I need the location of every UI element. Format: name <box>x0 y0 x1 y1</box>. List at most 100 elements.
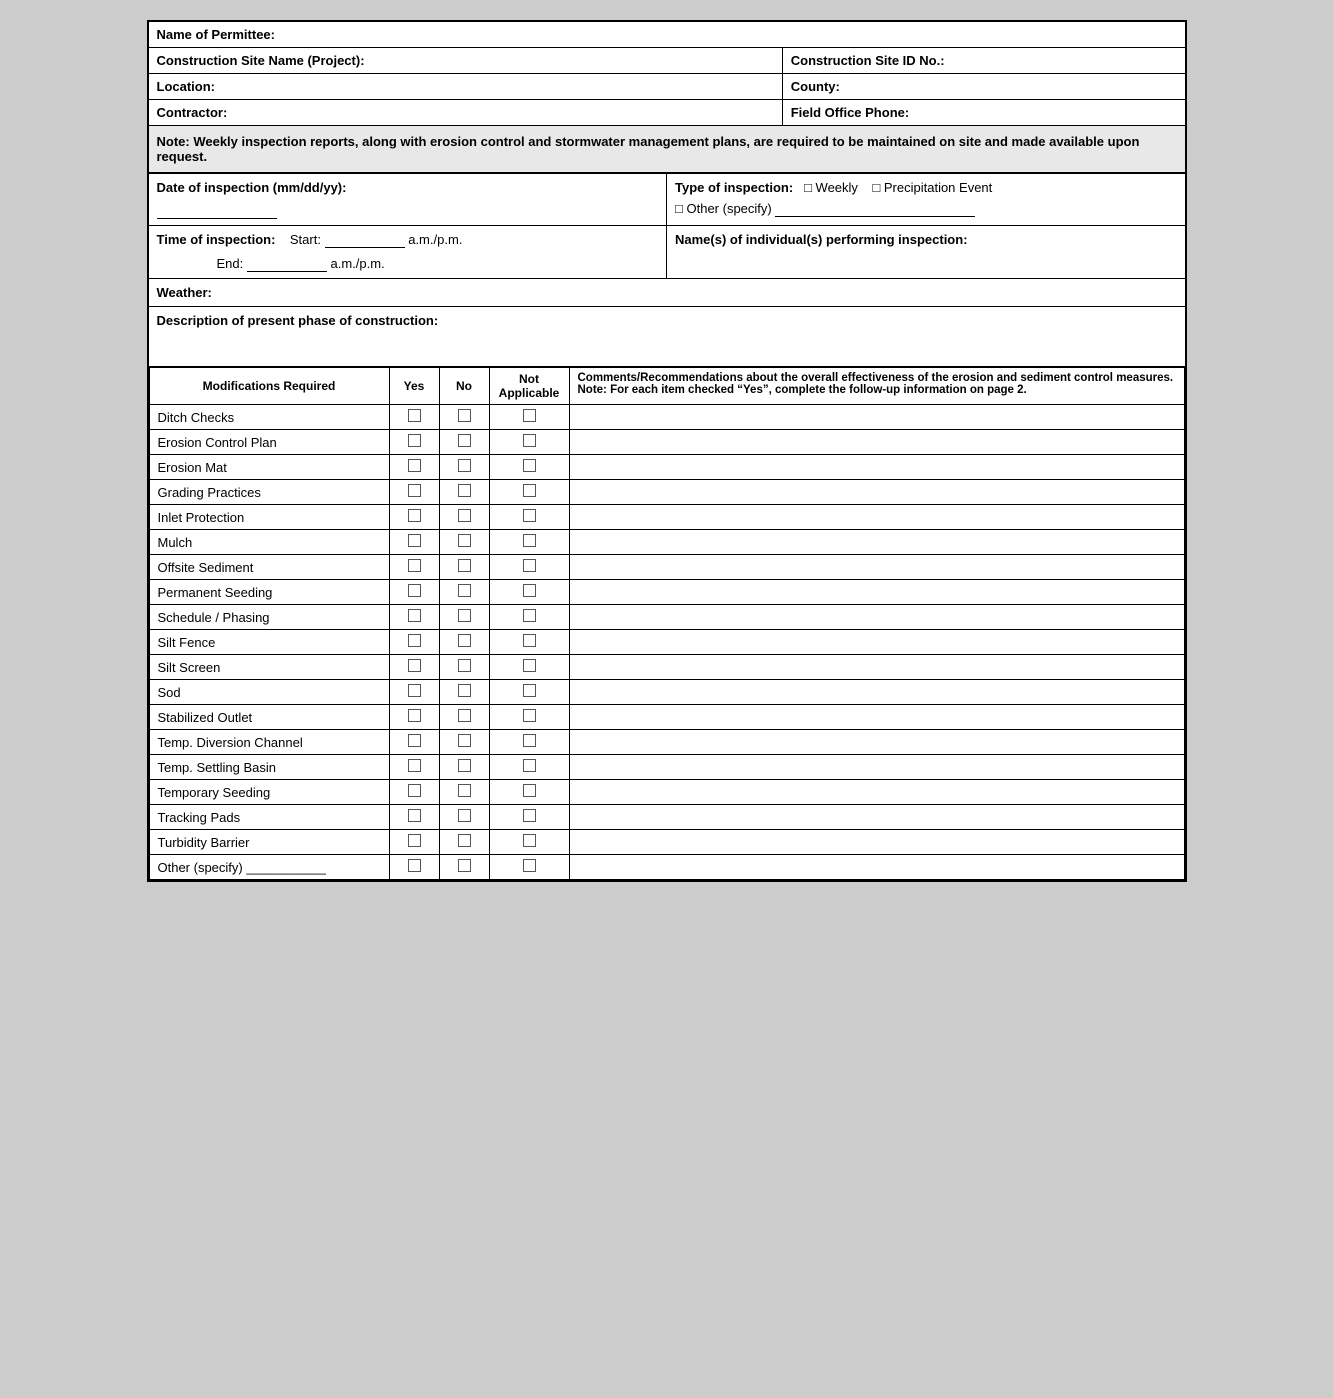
na-checkbox[interactable] <box>489 430 569 455</box>
checklist-item-name: Temp. Diversion Channel <box>149 730 389 755</box>
checklist-row: Tracking Pads <box>149 805 1184 830</box>
col-no: No <box>439 368 489 405</box>
site-id-label: Construction Site ID No.: <box>791 53 945 68</box>
weekly-checkbox[interactable]: □ <box>804 180 812 195</box>
end-label: End: <box>217 256 244 271</box>
no-checkbox[interactable] <box>439 755 489 780</box>
yes-checkbox[interactable] <box>389 730 439 755</box>
no-checkbox[interactable] <box>439 480 489 505</box>
yes-checkbox[interactable] <box>389 555 439 580</box>
yes-checkbox[interactable] <box>389 505 439 530</box>
no-checkbox[interactable] <box>439 730 489 755</box>
checklist-item-name: Schedule / Phasing <box>149 605 389 630</box>
na-checkbox[interactable] <box>489 655 569 680</box>
comments-cell <box>569 505 1184 530</box>
yes-checkbox[interactable] <box>389 805 439 830</box>
na-checkbox[interactable] <box>489 730 569 755</box>
na-checkbox[interactable] <box>489 405 569 430</box>
na-checkbox[interactable] <box>489 830 569 855</box>
yes-checkbox[interactable] <box>389 780 439 805</box>
no-checkbox[interactable] <box>439 530 489 555</box>
checklist-row: Ditch Checks <box>149 405 1184 430</box>
no-checkbox[interactable] <box>439 830 489 855</box>
checklist-item-name: Silt Fence <box>149 630 389 655</box>
na-checkbox[interactable] <box>489 455 569 480</box>
checklist-item-name: Erosion Mat <box>149 455 389 480</box>
na-checkbox[interactable] <box>489 630 569 655</box>
na-checkbox[interactable] <box>489 680 569 705</box>
yes-checkbox[interactable] <box>389 480 439 505</box>
contractor-cell: Contractor: <box>149 100 783 125</box>
permittee-cell: Name of Permittee: <box>149 22 1185 47</box>
yes-checkbox[interactable] <box>389 405 439 430</box>
yes-checkbox[interactable] <box>389 705 439 730</box>
yes-checkbox[interactable] <box>389 430 439 455</box>
na-checkbox[interactable] <box>489 705 569 730</box>
no-checkbox[interactable] <box>439 655 489 680</box>
yes-checkbox[interactable] <box>389 530 439 555</box>
checklist-item-name: Mulch <box>149 530 389 555</box>
form-container: Name of Permittee: Construction Site Nam… <box>147 20 1187 882</box>
yes-checkbox[interactable] <box>389 630 439 655</box>
na-checkbox[interactable] <box>489 755 569 780</box>
yes-checkbox[interactable] <box>389 605 439 630</box>
checklist-table: Modifications Required Yes No Not Applic… <box>149 367 1185 880</box>
no-checkbox[interactable] <box>439 780 489 805</box>
checklist-row: Grading Practices <box>149 480 1184 505</box>
county-label: County: <box>791 79 840 94</box>
comments-cell <box>569 730 1184 755</box>
no-checkbox[interactable] <box>439 430 489 455</box>
no-checkbox[interactable] <box>439 680 489 705</box>
time-label: Time of inspection: <box>157 232 276 247</box>
site-row: Construction Site Name (Project): Constr… <box>149 48 1185 74</box>
checklist-row: Turbidity Barrier <box>149 830 1184 855</box>
na-checkbox[interactable] <box>489 855 569 880</box>
no-checkbox[interactable] <box>439 455 489 480</box>
na-checkbox[interactable] <box>489 505 569 530</box>
na-checkbox[interactable] <box>489 805 569 830</box>
na-checkbox[interactable] <box>489 605 569 630</box>
no-checkbox[interactable] <box>439 505 489 530</box>
comments-cell <box>569 455 1184 480</box>
precip-checkbox[interactable]: □ <box>872 180 880 195</box>
yes-checkbox[interactable] <box>389 655 439 680</box>
checklist-row: Offsite Sediment <box>149 555 1184 580</box>
na-checkbox[interactable] <box>489 480 569 505</box>
checklist-header-row: Modifications Required Yes No Not Applic… <box>149 368 1184 405</box>
end-suffix: a.m./p.m. <box>331 256 385 271</box>
yes-checkbox[interactable] <box>389 830 439 855</box>
yes-checkbox[interactable] <box>389 755 439 780</box>
yes-checkbox[interactable] <box>389 680 439 705</box>
date-type-row: Date of inspection (mm/dd/yy): Type of i… <box>149 174 1185 226</box>
permittee-label: Name of Permittee: <box>157 27 275 42</box>
yes-checkbox[interactable] <box>389 580 439 605</box>
no-checkbox[interactable] <box>439 605 489 630</box>
site-name-cell: Construction Site Name (Project): <box>149 48 783 73</box>
no-checkbox[interactable] <box>439 405 489 430</box>
checklist-row: Sod <box>149 680 1184 705</box>
no-checkbox[interactable] <box>439 580 489 605</box>
no-checkbox[interactable] <box>439 805 489 830</box>
na-checkbox[interactable] <box>489 555 569 580</box>
comments-cell <box>569 680 1184 705</box>
yes-checkbox[interactable] <box>389 855 439 880</box>
other-checkbox[interactable]: □ <box>675 201 683 216</box>
checklist-row: Permanent Seeding <box>149 580 1184 605</box>
na-checkbox[interactable] <box>489 580 569 605</box>
no-checkbox[interactable] <box>439 855 489 880</box>
checklist-row: Other (specify) ___________ <box>149 855 1184 880</box>
comments-cell <box>569 830 1184 855</box>
na-checkbox[interactable] <box>489 780 569 805</box>
no-checkbox[interactable] <box>439 705 489 730</box>
yes-checkbox[interactable] <box>389 455 439 480</box>
checklist-item-name: Sod <box>149 680 389 705</box>
county-cell: County: <box>783 74 1185 99</box>
weekly-label: Weekly <box>816 180 858 195</box>
field-office-label: Field Office Phone: <box>791 105 909 120</box>
site-name-label: Construction Site Name (Project): <box>157 53 365 68</box>
no-checkbox[interactable] <box>439 630 489 655</box>
no-checkbox[interactable] <box>439 555 489 580</box>
na-checkbox[interactable] <box>489 530 569 555</box>
checklist-item-name: Turbidity Barrier <box>149 830 389 855</box>
time-cell: Time of inspection: Start: a.m./p.m. End… <box>149 226 668 278</box>
